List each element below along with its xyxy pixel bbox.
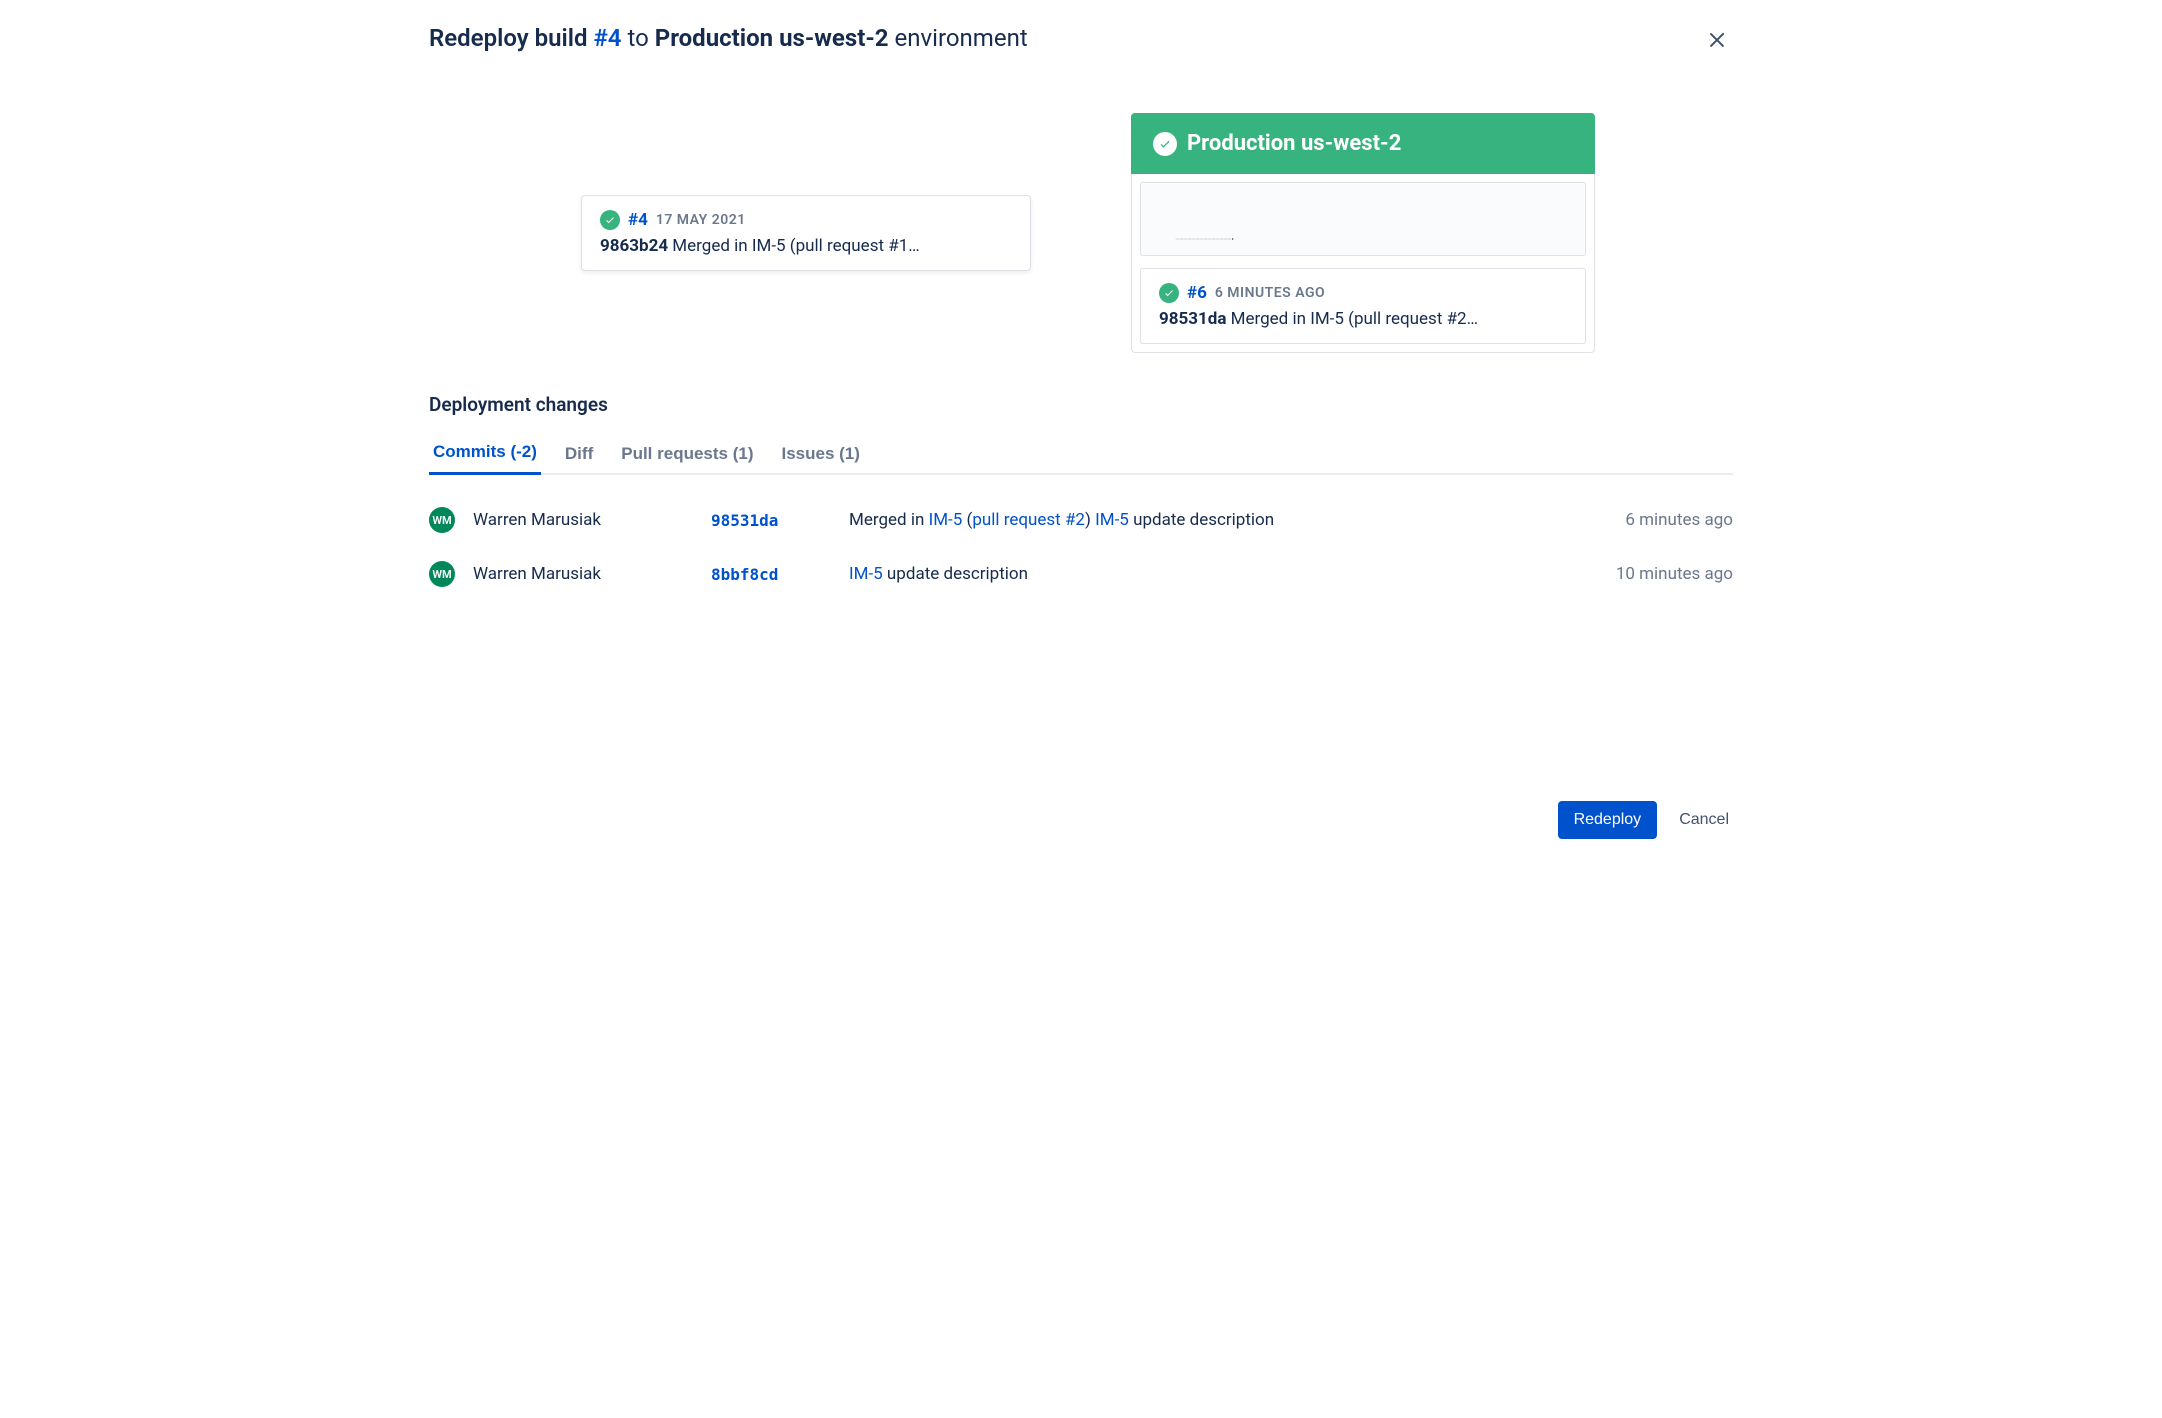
commit-hash-link[interactable]: 98531da [711,511,831,530]
title-build-link[interactable]: #4 [593,24,621,52]
tabs: Commits (-2) Diff Pull requests (1) Issu… [429,436,1733,475]
success-icon [600,210,620,230]
commit-time: 6 minutes ago [1583,510,1733,530]
modal-footer: Redeploy Cancel [429,601,1733,839]
issue-link[interactable]: IM-5 [929,510,963,530]
target-slot [1140,182,1586,256]
commit-msg-text: update description [1129,510,1274,530]
commit-author: Warren Marusiak [473,510,693,530]
commit-msg-text: ( [962,510,972,530]
current-commit-msg: Merged in IM-5 (pull request #2… [1226,309,1478,329]
title-prefix: Redeploy build [429,24,593,52]
commit-msg-text: Merged in [849,510,929,530]
commit-message: Merged in IM-5 (pull request #2) IM-5 up… [849,510,1565,530]
environment-body: #6 6 MINUTES AGO 98531da Merged in IM-5 … [1131,174,1595,353]
tab-diff[interactable]: Diff [561,436,597,475]
current-commit-line: 98531da Merged in IM-5 (pull request #2… [1159,309,1567,329]
redeploy-button[interactable]: Redeploy [1558,801,1658,839]
title-suffix: environment [889,24,1028,52]
avatar: WM [429,507,455,533]
tab-commits[interactable]: Commits (-2) [429,436,541,475]
modal-header: Redeploy build #4 to Production us-west-… [429,24,1733,59]
avatar: WM [429,561,455,587]
environment-column: Production us-west-2 #6 6 MINUTES AGO 98… [1131,113,1595,353]
close-button[interactable] [1701,24,1733,59]
check-icon [1153,132,1177,156]
title-to: to [622,24,655,52]
environment-header: Production us-west-2 [1131,113,1595,174]
commit-row: WM Warren Marusiak 98531da Merged in IM-… [429,493,1733,547]
current-card-header: #6 6 MINUTES AGO [1159,283,1567,303]
current-commit-hash: 98531da [1159,309,1226,329]
arrow-icon [1031,238,1379,240]
tab-pull-requests[interactable]: Pull requests (1) [617,436,757,475]
commits-list: WM Warren Marusiak 98531da Merged in IM-… [429,493,1733,601]
source-commit-line: 9863b24 Merged in IM-5 (pull request #1… [600,236,1012,256]
source-card-header: #4 17 MAY 2021 [600,210,1012,230]
current-build-date: 6 MINUTES AGO [1215,285,1325,301]
redeploy-modal: Redeploy build #4 to Production us-west-… [401,0,1761,863]
title-env: Production us-west-2 [655,24,889,52]
current-build-number[interactable]: #6 [1187,283,1207,303]
tab-issues[interactable]: Issues (1) [778,436,864,475]
source-build-number[interactable]: #4 [628,210,648,230]
commit-hash-link[interactable]: 8bbf8cd [711,565,831,584]
commit-row: WM Warren Marusiak 8bbf8cd IM-5 update d… [429,547,1733,601]
deployment-diagram: #4 17 MAY 2021 9863b24 Merged in IM-5 (p… [429,113,1733,353]
cancel-button[interactable]: Cancel [1675,801,1733,839]
close-icon [1705,28,1729,52]
commit-message: IM-5 update description [849,564,1565,584]
pr-link[interactable]: pull request #2 [972,510,1085,530]
environment-title: Production us-west-2 [1187,131,1401,156]
commit-msg-text: update description [883,564,1028,584]
issue-link[interactable]: IM-5 [849,564,883,584]
source-build-date: 17 MAY 2021 [656,212,746,228]
source-commit-msg: Merged in IM-5 (pull request #1… [668,236,920,256]
commit-author: Warren Marusiak [473,564,693,584]
changes-title: Deployment changes [429,393,1733,416]
success-icon [1159,283,1179,303]
issue-link[interactable]: IM-5 [1095,510,1129,530]
source-build-card[interactable]: #4 17 MAY 2021 9863b24 Merged in IM-5 (p… [581,195,1031,271]
modal-title: Redeploy build #4 to Production us-west-… [429,24,1028,52]
changes-section: Deployment changes Commits (-2) Diff Pul… [429,393,1733,601]
source-commit-hash: 9863b24 [600,236,668,256]
commit-msg-text: ) [1085,510,1095,530]
commit-time: 10 minutes ago [1583,564,1733,584]
current-deployment-card[interactable]: #6 6 MINUTES AGO 98531da Merged in IM-5 … [1140,268,1586,344]
source-card-wrap: #4 17 MAY 2021 9863b24 Merged in IM-5 (p… [581,195,1031,271]
